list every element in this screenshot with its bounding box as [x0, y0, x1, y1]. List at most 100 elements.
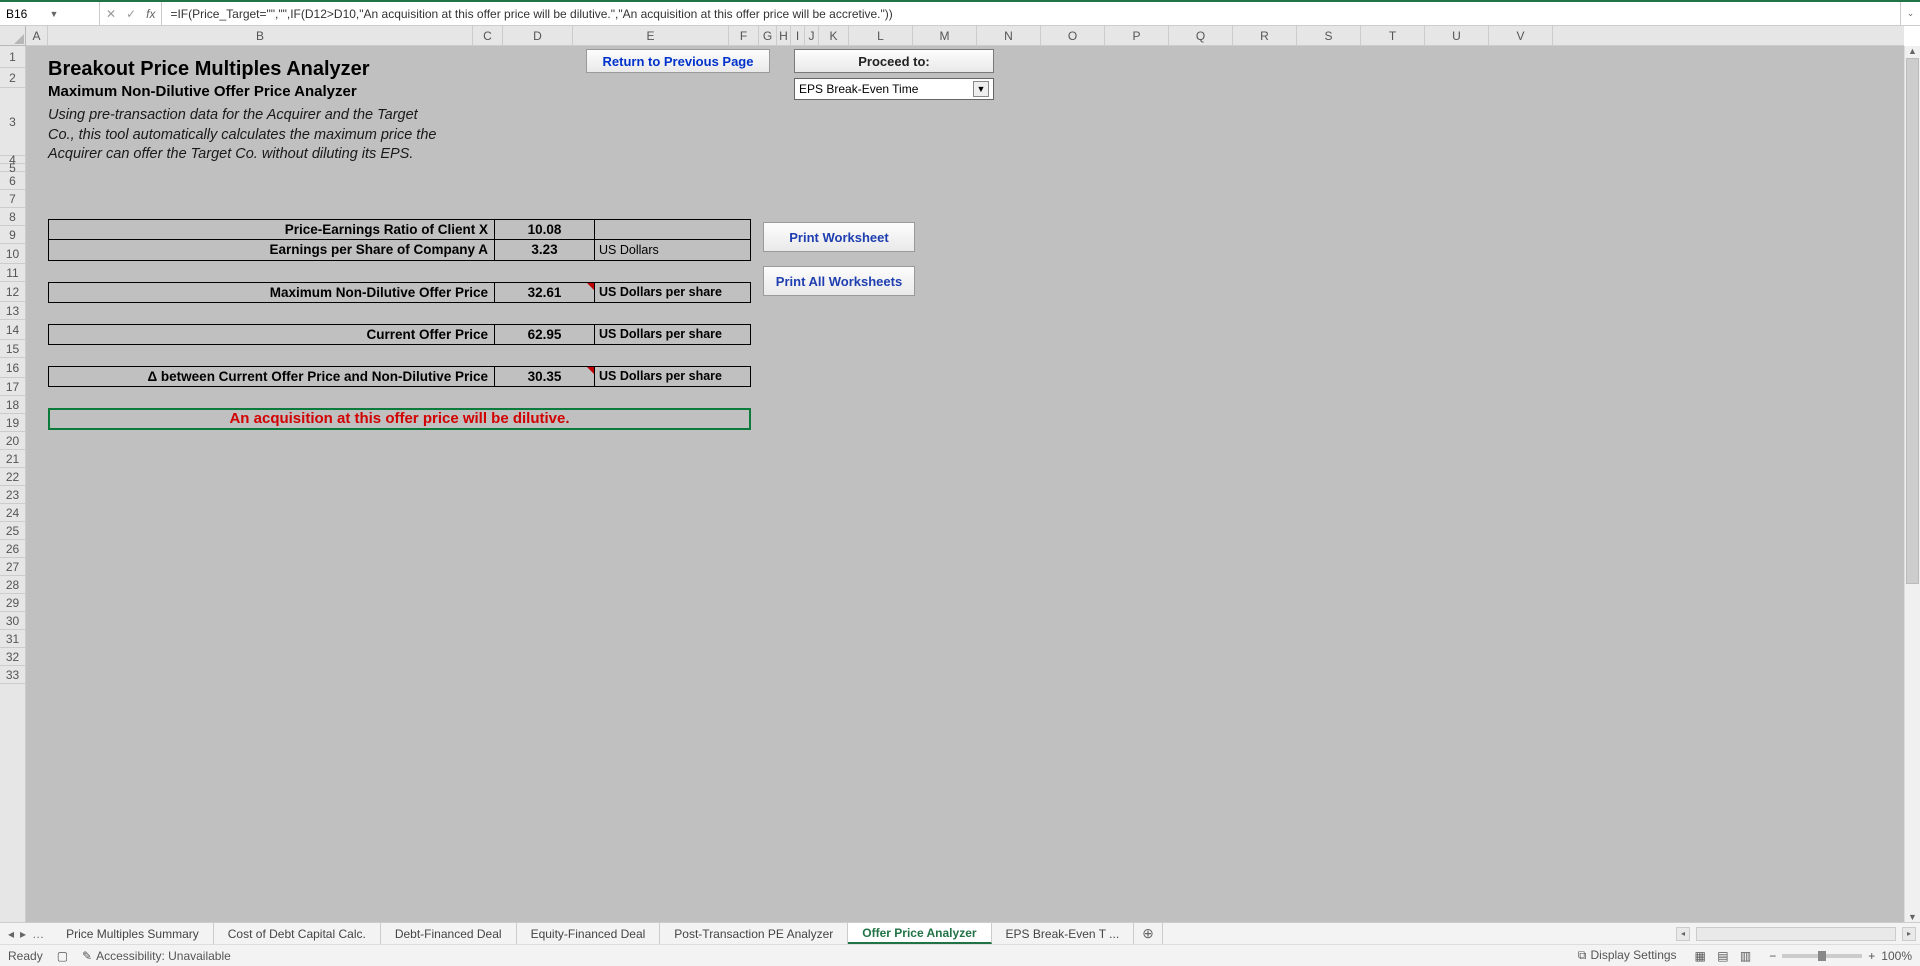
- column-header[interactable]: S: [1297, 26, 1361, 45]
- row-header[interactable]: 31: [0, 630, 25, 648]
- name-box[interactable]: B16 ▼: [0, 2, 100, 25]
- column-header[interactable]: C: [473, 26, 503, 45]
- sheet-tab[interactable]: Debt-Financed Deal: [381, 923, 517, 944]
- row-header[interactable]: 18: [0, 396, 25, 414]
- row-header[interactable]: 28: [0, 576, 25, 594]
- column-header[interactable]: H: [777, 26, 791, 45]
- column-header[interactable]: R: [1233, 26, 1297, 45]
- display-settings[interactable]: ⧉Display Settings: [1578, 948, 1677, 963]
- column-header[interactable]: J: [805, 26, 819, 45]
- print-worksheet-button[interactable]: Print Worksheet: [763, 222, 915, 252]
- scroll-right-icon[interactable]: ▸: [1902, 927, 1916, 941]
- row-header[interactable]: 26: [0, 540, 25, 558]
- row-header[interactable]: 21: [0, 450, 25, 468]
- column-header[interactable]: V: [1489, 26, 1553, 45]
- formula-input[interactable]: =IF(Price_Target="","",IF(D12>D10,"An ac…: [162, 2, 1900, 25]
- row-header[interactable]: 19: [0, 414, 25, 432]
- zoom-level[interactable]: 100%: [1881, 949, 1912, 963]
- row-header[interactable]: 10: [0, 244, 25, 264]
- row-header[interactable]: 3: [0, 88, 25, 156]
- row-header[interactable]: 13: [0, 302, 25, 320]
- row-header[interactable]: 2: [0, 68, 25, 88]
- row-header[interactable]: 7: [0, 190, 25, 208]
- return-button[interactable]: Return to Previous Page: [586, 49, 770, 73]
- value-delta[interactable]: 30.35: [495, 366, 595, 387]
- macro-record-icon[interactable]: ▢: [57, 949, 68, 963]
- row-header[interactable]: 27: [0, 558, 25, 576]
- print-all-button[interactable]: Print All Worksheets: [763, 266, 915, 296]
- scroll-left-icon[interactable]: ◂: [1676, 927, 1690, 941]
- sheet-tab[interactable]: Equity-Financed Deal: [517, 923, 661, 944]
- vertical-scrollbar[interactable]: ▲ ▼: [1904, 46, 1920, 922]
- sheet-tab[interactable]: Price Multiples Summary: [52, 923, 214, 944]
- row-header[interactable]: 33: [0, 666, 25, 684]
- tab-more-icon[interactable]: …: [32, 927, 44, 941]
- zoom-out-icon[interactable]: −: [1769, 949, 1776, 963]
- column-header[interactable]: G: [759, 26, 777, 45]
- column-header[interactable]: Q: [1169, 26, 1233, 45]
- row-header[interactable]: 16: [0, 358, 25, 378]
- row-header[interactable]: 8: [0, 208, 25, 226]
- result-message[interactable]: An acquisition at this offer price will …: [48, 408, 751, 430]
- column-header[interactable]: O: [1041, 26, 1105, 45]
- row-header[interactable]: 15: [0, 340, 25, 358]
- column-header[interactable]: E: [573, 26, 729, 45]
- tab-prev-icon[interactable]: ▸: [20, 927, 26, 941]
- column-header[interactable]: F: [729, 26, 759, 45]
- row-header[interactable]: 9: [0, 226, 25, 244]
- column-header[interactable]: K: [819, 26, 849, 45]
- accessibility-status[interactable]: ✎Accessibility: Unavailable: [82, 949, 231, 963]
- column-header[interactable]: T: [1361, 26, 1425, 45]
- sheet-tab[interactable]: Cost of Debt Capital Calc.: [214, 923, 381, 944]
- column-header[interactable]: D: [503, 26, 573, 45]
- column-header[interactable]: A: [26, 26, 48, 45]
- sheet-tab[interactable]: EPS Break-Even T ...: [992, 923, 1135, 944]
- cancel-icon[interactable]: ✕: [106, 7, 116, 21]
- column-header[interactable]: U: [1425, 26, 1489, 45]
- view-normal-icon[interactable]: ▦: [1691, 949, 1710, 963]
- select-all-corner[interactable]: [0, 26, 26, 46]
- scroll-thumb[interactable]: [1906, 58, 1919, 584]
- chevron-down-icon[interactable]: ▼: [50, 9, 94, 19]
- column-header[interactable]: I: [791, 26, 805, 45]
- row-header[interactable]: 29: [0, 594, 25, 612]
- fx-icon[interactable]: fx: [146, 7, 155, 21]
- proceed-dropdown[interactable]: EPS Break-Even Time ▼: [794, 78, 994, 100]
- row-header[interactable]: 11: [0, 264, 25, 282]
- row-header[interactable]: 6: [0, 172, 25, 190]
- row-header[interactable]: 12: [0, 282, 25, 302]
- sheet-tab[interactable]: Offer Price Analyzer: [848, 923, 991, 944]
- row-header[interactable]: 17: [0, 378, 25, 396]
- row-header[interactable]: 24: [0, 504, 25, 522]
- value-current[interactable]: 62.95: [495, 324, 595, 345]
- row-header[interactable]: 14: [0, 320, 25, 340]
- column-header[interactable]: L: [849, 26, 913, 45]
- zoom-in-icon[interactable]: +: [1868, 949, 1875, 963]
- cells-area[interactable]: Breakout Price Multiples Analyzer Maximu…: [26, 46, 1904, 922]
- view-page-break-icon[interactable]: ▥: [1736, 949, 1755, 963]
- row-header[interactable]: 5: [0, 164, 25, 172]
- column-header[interactable]: M: [913, 26, 977, 45]
- confirm-icon[interactable]: ✓: [126, 7, 136, 21]
- horizontal-scrollbar[interactable]: ◂ ▸: [1168, 927, 1920, 941]
- value-pe[interactable]: 10.08: [495, 219, 595, 240]
- row-header[interactable]: 25: [0, 522, 25, 540]
- scroll-down-icon[interactable]: ▼: [1908, 912, 1917, 922]
- zoom-slider[interactable]: [1782, 954, 1862, 958]
- value-max[interactable]: 32.61: [495, 282, 595, 303]
- scroll-up-icon[interactable]: ▲: [1908, 46, 1917, 56]
- row-header[interactable]: 1: [0, 46, 25, 68]
- tab-first-icon[interactable]: ◂: [8, 927, 14, 941]
- add-sheet-button[interactable]: ⊕: [1134, 925, 1162, 942]
- formula-expand-icon[interactable]: ⌄: [1900, 2, 1920, 25]
- row-header[interactable]: 30: [0, 612, 25, 630]
- column-header[interactable]: N: [977, 26, 1041, 45]
- row-header[interactable]: 23: [0, 486, 25, 504]
- row-header[interactable]: 32: [0, 648, 25, 666]
- column-header[interactable]: B: [48, 26, 473, 45]
- row-header[interactable]: 20: [0, 432, 25, 450]
- view-page-layout-icon[interactable]: ▤: [1713, 949, 1732, 963]
- scroll-track[interactable]: [1696, 927, 1896, 941]
- value-eps[interactable]: 3.23: [495, 240, 595, 261]
- row-header[interactable]: 22: [0, 468, 25, 486]
